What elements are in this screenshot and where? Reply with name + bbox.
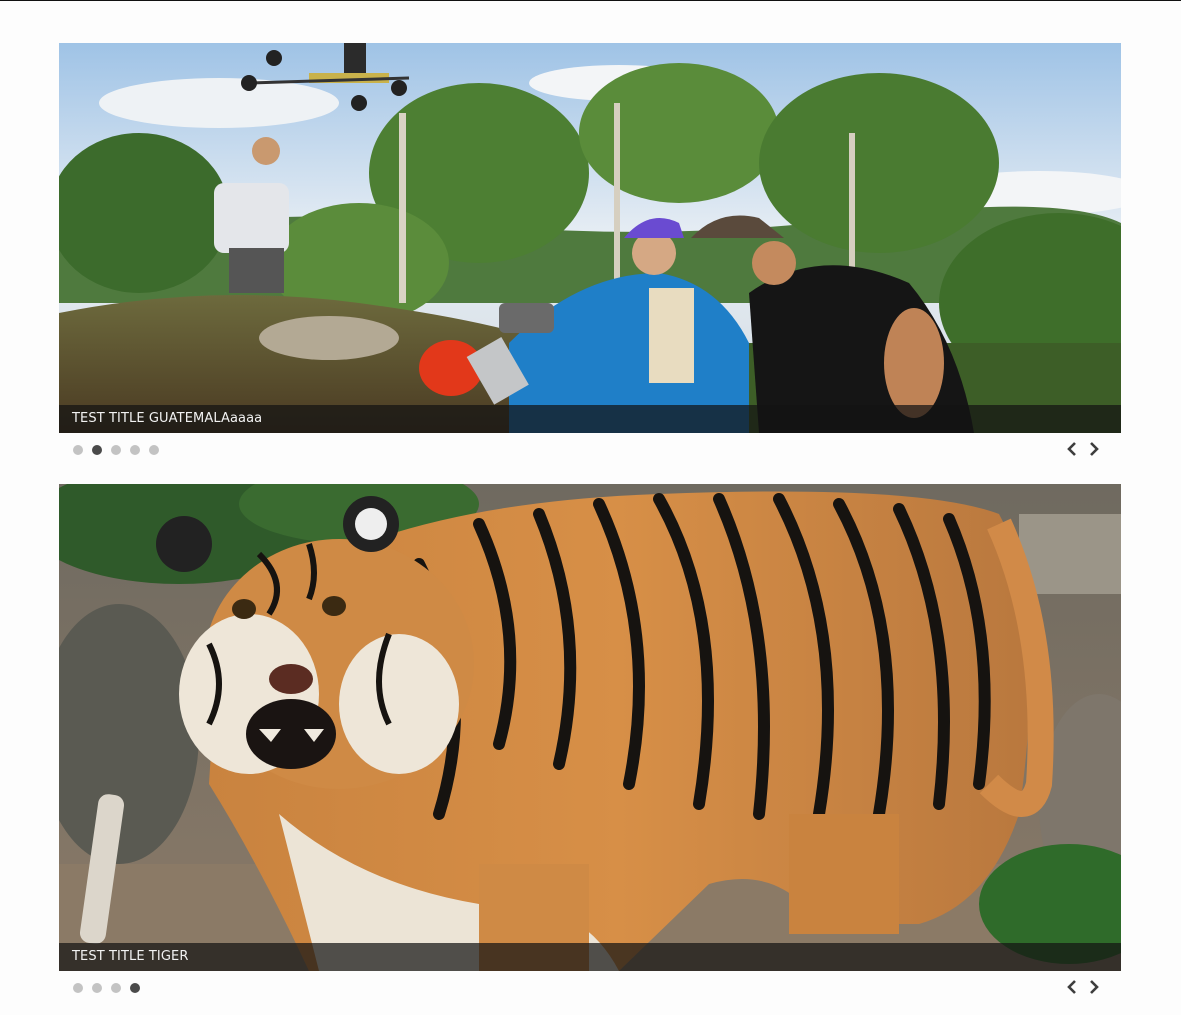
- pagination-dot-3[interactable]: [111, 445, 121, 455]
- slide-viewport[interactable]: TEST TITLE TIGER: [59, 484, 1121, 971]
- pagination-dot-5[interactable]: [149, 445, 159, 455]
- slide-photo-tiger: [59, 484, 1121, 971]
- chevron-left-icon[interactable]: [1065, 979, 1079, 995]
- image-slider-guatemala: TEST TITLE GUATEMALAaaaa: [59, 43, 1121, 469]
- top-divider: [0, 0, 1181, 1]
- image-slider-tiger: TEST TITLE TIGER: [59, 484, 1121, 1007]
- slide-caption: TEST TITLE GUATEMALAaaaa: [59, 405, 1121, 433]
- chevron-right-icon[interactable]: [1087, 441, 1101, 457]
- slide-photo-drone-field-team: [59, 43, 1121, 433]
- slider-controls: [59, 433, 1121, 469]
- chevron-right-icon[interactable]: [1087, 979, 1101, 995]
- pagination-dot-1[interactable]: [73, 445, 83, 455]
- pagination-dot-1[interactable]: [73, 983, 83, 993]
- slider-controls: [59, 971, 1121, 1007]
- pagination-dot-4-active[interactable]: [130, 983, 140, 993]
- slide-caption: TEST TITLE TIGER: [59, 943, 1121, 971]
- slide-viewport[interactable]: TEST TITLE GUATEMALAaaaa: [59, 43, 1121, 433]
- pagination-dot-4[interactable]: [130, 445, 140, 455]
- chevron-left-icon[interactable]: [1065, 441, 1079, 457]
- pagination-dot-2-active[interactable]: [92, 445, 102, 455]
- slider-arrows: [1065, 979, 1101, 995]
- slider-arrows: [1065, 441, 1101, 457]
- pagination-dots: [73, 983, 140, 993]
- pagination-dot-2[interactable]: [92, 983, 102, 993]
- pagination-dots: [73, 445, 159, 455]
- pagination-dot-3[interactable]: [111, 983, 121, 993]
